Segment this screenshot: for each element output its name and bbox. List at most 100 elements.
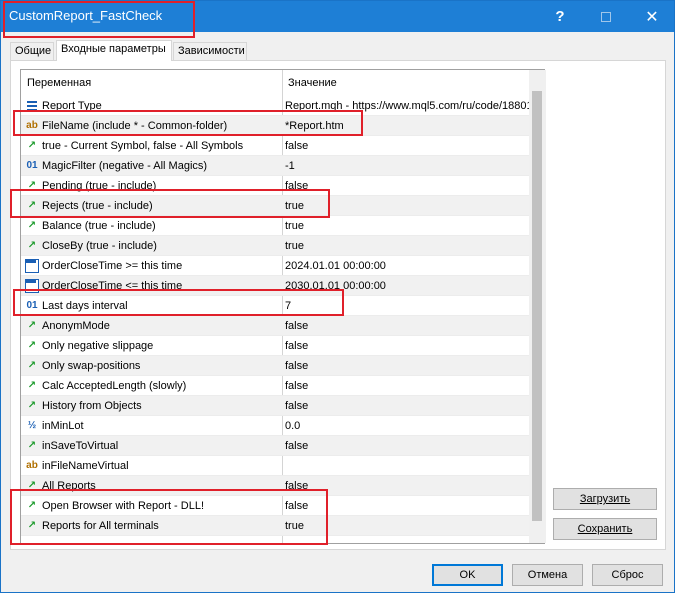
table-row[interactable]: Report Type Report.mqh - https://www.mql5…: [21, 96, 544, 116]
parameter-name: History from Objects: [42, 400, 142, 412]
cancel-button[interactable]: Отмена: [512, 564, 583, 586]
parameter-name: Only swap-positions: [42, 360, 141, 372]
close-icon: ✕: [645, 8, 659, 26]
bool-arrow-icon: ↗: [27, 360, 37, 371]
calendar-icon: [25, 279, 39, 293]
tab-inputs[interactable]: Входные параметры: [56, 40, 172, 61]
table-row[interactable]: ab inFileNameVirtual: [21, 456, 544, 476]
parameter-name: OrderCloseTime <= this time: [42, 280, 183, 292]
table-row[interactable]: ↗ Balance (true - include) true: [21, 216, 544, 236]
load-button-label: Загрузить: [579, 493, 631, 505]
parameter-name: Rejects (true - include): [42, 200, 153, 212]
parameter-name: MagicFilter (negative - All Magics): [42, 160, 208, 172]
int-01-icon: 01: [26, 160, 38, 171]
table-row[interactable]: ↗ true - Current Symbol, false - All Symb…: [21, 136, 544, 156]
table-row[interactable]: ↗ CloseBy (true - include) true: [21, 236, 544, 256]
help-button[interactable]: ?: [537, 1, 583, 32]
table-row[interactable]: ↗ AnonymMode false: [21, 316, 544, 336]
table-row[interactable]: OrderCloseTime >= this time 2024.01.01 00…: [21, 256, 544, 276]
calendar-icon: [25, 259, 39, 273]
parameter-value[interactable]: true: [285, 200, 543, 212]
parameter-name: Only negative slippage: [42, 340, 154, 352]
table-row[interactable]: ↗ Pending (true - include) false: [21, 176, 544, 196]
parameter-name: inSaveToVirtual: [42, 440, 119, 452]
bool-arrow-icon: ↗: [27, 380, 37, 391]
table-row[interactable]: ½ inMinLot 0.0: [21, 416, 544, 436]
parameter-name: Balance (true - include): [42, 220, 156, 232]
parameter-value[interactable]: Report.mqh - https://www.mql5.com/ru/cod…: [285, 100, 543, 112]
parameter-name: CloseBy (true - include): [42, 240, 157, 252]
parameter-name: Report Type: [42, 100, 102, 112]
window-title: CustomReport_FastCheck: [9, 8, 163, 23]
column-header-variable[interactable]: Переменная: [27, 77, 91, 89]
parameter-value[interactable]: true: [285, 520, 543, 532]
parameter-name: inFileNameVirtual: [42, 460, 129, 472]
title-bar[interactable]: CustomReport_FastCheck ? ✕: [1, 1, 674, 32]
parameter-name: Reports for All terminals: [42, 520, 159, 532]
parameter-value[interactable]: *Report.htm: [285, 120, 543, 132]
ok-button[interactable]: OK: [432, 564, 503, 586]
vertical-scrollbar[interactable]: [529, 70, 546, 543]
parameter-name: FileName (include * - Common-folder): [42, 120, 228, 132]
parameter-name: Last days interval: [42, 300, 128, 312]
table-row[interactable]: ↗ Rejects (true - include) true: [21, 196, 544, 216]
table-row[interactable]: 01 MagicFilter (negative - All Magics) -1: [21, 156, 544, 176]
table-row[interactable]: ↗ Only negative slippage false: [21, 336, 544, 356]
cancel-button-label: Отмена: [527, 569, 568, 581]
close-button[interactable]: ✕: [629, 1, 675, 32]
table-row[interactable]: ↗ Reports for All terminals true: [21, 516, 544, 536]
column-header-value[interactable]: Значение: [288, 77, 337, 89]
table-row[interactable]: ↗ inSaveToVirtual false: [21, 436, 544, 456]
table-row[interactable]: ↗ History from Objects false: [21, 396, 544, 416]
parameter-value[interactable]: false: [285, 480, 543, 492]
parameter-value[interactable]: false: [285, 180, 543, 192]
text-ab-icon: ab: [26, 120, 38, 131]
table-row[interactable]: ↗ All Reports false: [21, 476, 544, 496]
parameter-value[interactable]: false: [285, 320, 543, 332]
ok-button-label: OK: [459, 569, 476, 581]
parameters-grid[interactable]: Переменная Значение Report Type Report.mq…: [20, 69, 545, 544]
bool-arrow-icon: ↗: [27, 400, 37, 411]
bool-arrow-icon: ↗: [27, 200, 37, 211]
table-row[interactable]: ↗ Open Browser with Report - DLL! false: [21, 496, 544, 516]
parameter-value[interactable]: 7: [285, 300, 543, 312]
load-button[interactable]: Загрузить: [553, 488, 657, 510]
parameter-value[interactable]: false: [285, 500, 543, 512]
table-row[interactable]: ↗ Calc AcceptedLength (slowly) false: [21, 376, 544, 396]
parameter-value[interactable]: 2030.01.01 00:00:00: [285, 280, 543, 292]
parameter-name: inMinLot: [42, 420, 84, 432]
parameter-value[interactable]: true: [285, 240, 543, 252]
parameter-value[interactable]: false: [285, 140, 543, 152]
parameter-value[interactable]: false: [285, 360, 543, 372]
bool-arrow-icon: ↗: [27, 480, 37, 491]
parameter-name: OrderCloseTime >= this time: [42, 260, 183, 272]
table-row[interactable]: ab FileName (include * - Common-folder) *R…: [21, 116, 544, 136]
parameter-value[interactable]: false: [285, 440, 543, 452]
parameter-value[interactable]: -1: [285, 160, 543, 172]
parameter-name: Open Browser with Report - DLL!: [42, 500, 205, 512]
tab-general[interactable]: Общие: [10, 42, 54, 60]
parameter-value[interactable]: false: [285, 340, 543, 352]
parameter-value[interactable]: 2024.01.01 00:00:00: [285, 260, 543, 272]
parameter-name: All Reports: [42, 480, 96, 492]
reset-button[interactable]: Сброс: [592, 564, 663, 586]
parameter-value[interactable]: true: [285, 220, 543, 232]
bool-arrow-icon: ↗: [27, 520, 37, 531]
parameter-value[interactable]: 0.0: [285, 420, 543, 432]
bool-arrow-icon: ↗: [27, 220, 37, 231]
list-icon: [25, 99, 39, 113]
save-button-label: Сохранить: [577, 523, 633, 535]
scrollbar-thumb[interactable]: [532, 91, 542, 521]
parameter-name: Pending (true - include): [42, 180, 157, 192]
text-ab-icon: ab: [26, 460, 38, 471]
table-row[interactable]: ↗ Only swap-positions false: [21, 356, 544, 376]
table-row[interactable]: OrderCloseTime <= this time 2030.01.01 00…: [21, 276, 544, 296]
tab-dependencies[interactable]: Зависимости: [173, 42, 247, 60]
save-button[interactable]: Сохранить: [553, 518, 657, 540]
parameter-value[interactable]: false: [285, 380, 543, 392]
parameter-value[interactable]: false: [285, 400, 543, 412]
table-row[interactable]: 01 Last days interval 7: [21, 296, 544, 316]
bool-arrow-icon: ↗: [27, 180, 37, 191]
bool-arrow-icon: ↗: [27, 340, 37, 351]
maximize-button: [583, 1, 629, 32]
